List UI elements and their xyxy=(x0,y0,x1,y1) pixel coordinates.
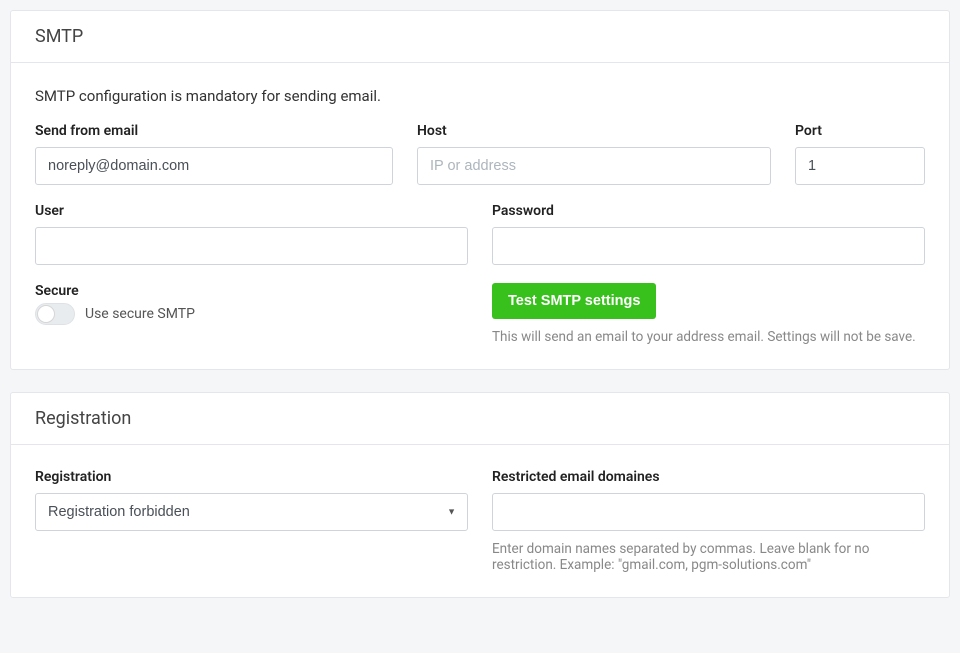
restricted-help-text: Enter domain names separated by commas. … xyxy=(492,541,925,573)
user-input[interactable] xyxy=(35,227,468,265)
port-input[interactable] xyxy=(795,147,925,185)
send-from-input[interactable] xyxy=(35,147,393,185)
toggle-knob xyxy=(37,305,55,323)
registration-select-group: Registration Registration forbidden xyxy=(35,469,468,573)
restricted-label: Restricted email domaines xyxy=(492,469,925,485)
smtp-card: SMTP SMTP configuration is mandatory for… xyxy=(10,10,950,370)
host-label: Host xyxy=(417,123,771,139)
secure-label: Secure xyxy=(35,283,79,299)
restricted-input[interactable] xyxy=(492,493,925,531)
password-input[interactable] xyxy=(492,227,925,265)
registration-title: Registration xyxy=(35,408,925,429)
registration-card: Registration Registration Registration f… xyxy=(10,392,950,598)
secure-toggle-label: Use secure SMTP xyxy=(85,306,195,322)
host-group: Host xyxy=(417,123,771,185)
registration-card-body: Registration Registration forbidden Rest… xyxy=(11,445,949,597)
send-from-label: Send from email xyxy=(35,123,393,139)
send-from-group: Send from email xyxy=(35,123,393,185)
registration-card-header: Registration xyxy=(11,393,949,445)
restricted-group: Restricted email domaines Enter domain n… xyxy=(492,469,925,573)
secure-toggle[interactable] xyxy=(35,303,75,325)
user-group: User xyxy=(35,203,468,265)
test-group: Test SMTP settings This will send an ema… xyxy=(492,283,925,345)
password-label: Password xyxy=(492,203,925,219)
registration-select[interactable]: Registration forbidden xyxy=(35,493,468,531)
smtp-card-body: SMTP configuration is mandatory for send… xyxy=(11,63,949,369)
port-group: Port xyxy=(795,123,925,185)
smtp-description: SMTP configuration is mandatory for send… xyxy=(35,87,925,105)
smtp-card-header: SMTP xyxy=(11,11,949,63)
user-label: User xyxy=(35,203,468,219)
registration-label: Registration xyxy=(35,469,468,485)
port-label: Port xyxy=(795,123,925,139)
smtp-title: SMTP xyxy=(35,26,925,47)
test-smtp-button[interactable]: Test SMTP settings xyxy=(492,283,656,319)
test-help-text: This will send an email to your address … xyxy=(492,329,925,345)
host-input[interactable] xyxy=(417,147,771,185)
password-group: Password xyxy=(492,203,925,265)
secure-group: Secure Use secure SMTP xyxy=(35,283,468,345)
